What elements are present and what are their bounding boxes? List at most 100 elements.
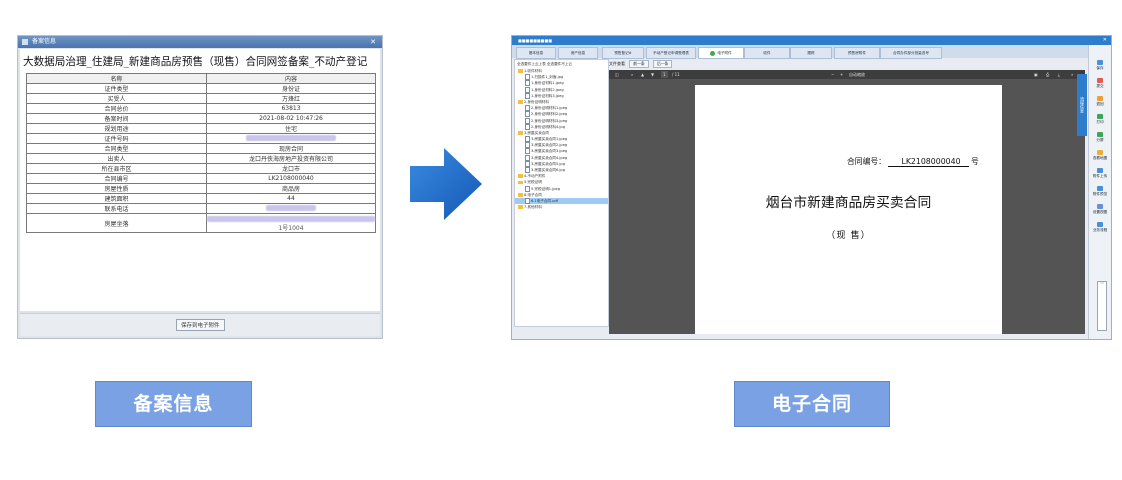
electronic-contract-caption: 电子合同 xyxy=(734,381,890,427)
tab-item[interactable]: 不动产登记申请受理表 xyxy=(646,47,696,59)
action-label: 分屏 xyxy=(1096,138,1104,142)
field-value: LK2108000040 xyxy=(206,173,376,184)
tree-label: 2.身份证明材料3.jpeg xyxy=(531,118,568,123)
tab-item[interactable]: 预售登记# xyxy=(602,47,644,59)
contract-number-label: 合同编号： xyxy=(847,157,886,166)
contract-number: LK2108000040 xyxy=(888,157,969,167)
search-icon[interactable]: ⌕ xyxy=(631,70,633,79)
tab-item[interactable]: 预售房附件 xyxy=(834,47,880,59)
action-label: 提交 xyxy=(1096,84,1104,88)
table-row: 备案时间 2021-08-02 10:47:26 xyxy=(26,113,376,124)
zoom-in-icon[interactable]: + xyxy=(840,70,843,79)
tree-folder[interactable]: 7.其他材料 xyxy=(515,204,608,210)
tab-item[interactable]: 跟踪 xyxy=(790,47,832,59)
folder-icon xyxy=(518,174,523,178)
contract-window-title: ■■■■■■■■■ xyxy=(518,38,553,43)
action-icon xyxy=(1097,186,1103,191)
tree-label: 3.房屋买卖合同4.jpeg xyxy=(531,155,568,160)
side-action-button[interactable]: 保存 xyxy=(1089,60,1111,77)
next-button[interactable]: 后一条 xyxy=(652,60,673,68)
field-name: 合同总价 xyxy=(26,103,207,114)
field-value: 龙口丹侠海房地产投资有限公司 xyxy=(206,153,376,164)
field-value: 龙口市 xyxy=(206,163,376,174)
table-header-cell: 名称 xyxy=(26,73,207,84)
filing-info-caption: 备案信息 xyxy=(95,381,252,427)
action-icon xyxy=(1097,114,1103,119)
tab-label: 预售登记# xyxy=(614,51,632,55)
close-icon[interactable]: ✕ xyxy=(1103,36,1107,45)
tree-label: 3.房屋买卖合同1.jpeg xyxy=(531,137,568,142)
filing-doc-title: 大数据局治理_住建局_新建商品房预售（现售）合同网签备案_不动产登记 xyxy=(23,56,368,68)
tab-item[interactable]: 合同办件部分批量选号 xyxy=(880,47,942,59)
tree-label: 1.身份证材料1.jpeg xyxy=(531,81,564,86)
tree-label: 6.电子合同 xyxy=(524,192,542,197)
tree-label: 5.完税证明 xyxy=(524,180,542,185)
side-action-button[interactable]: 提交 xyxy=(1089,78,1111,95)
field-name: 出卖人 xyxy=(26,153,207,164)
field-name: 房屋坐落 xyxy=(26,213,207,233)
filing-record-page: 大数据局治理_住建局_新建商品房预售（现售）合同网签备案_不动产登记 名称 内容证… xyxy=(20,49,380,311)
side-scroller[interactable]: ˅˅ xyxy=(1097,281,1107,331)
tree-label: 3.房屋买卖合同6.jpg xyxy=(531,168,565,172)
side-action-button[interactable]: 退回 xyxy=(1089,96,1111,113)
tree-label: 2.身份证明材料2.jpeg xyxy=(531,112,568,117)
pdf-toolbar: ◫ ⌕ ▲ ▼ 1 / 11 − + 自动缩放 ▣ ⎙ ⤓ » xyxy=(609,70,1085,79)
tab-item[interactable]: 收件 xyxy=(744,47,790,59)
prev-button[interactable]: 前一条 xyxy=(629,60,649,68)
side-action-button[interactable]: 附件预览 xyxy=(1089,186,1111,203)
filing-table: 名称 内容 证件类型 身份证 买受人 万烽红 合同总价 63813 备案时间 2021-08-02… xyxy=(26,73,376,233)
field-name: 证件号码 xyxy=(26,133,207,144)
side-action-button[interactable]: 分屏 xyxy=(1089,132,1111,149)
tree-toolbar[interactable]: 全选要件上云上表 全选要件不上云 xyxy=(515,60,608,68)
action-icon xyxy=(1097,132,1103,137)
field-name: 备案时间 xyxy=(26,113,207,124)
side-action-button[interactable]: 附件上传 xyxy=(1089,168,1111,185)
tab-item[interactable]: 基本信息 xyxy=(516,47,556,59)
page-down-icon[interactable]: ▼ xyxy=(651,70,654,79)
file-icon xyxy=(525,111,530,118)
side-action-button[interactable]: 业务流程 xyxy=(1089,222,1111,239)
tree-label: 3.房屋买卖合同5.jpg xyxy=(531,161,565,166)
tab-item[interactable]: 房产信息 xyxy=(558,47,598,59)
field-value xyxy=(206,133,376,144)
file-icon xyxy=(525,74,530,81)
process-info-tab[interactable]: 流程信息 xyxy=(1077,74,1087,136)
tree-label: 1.身份证材料2.jpeg xyxy=(531,87,564,92)
side-action-button[interactable]: 打印 xyxy=(1089,114,1111,131)
attachment-tree: 全选要件上云上表 全选要件不上云 1.收件材料 1.扫描件1_封面.jpg 1.身份… xyxy=(514,59,609,327)
field-value: 63813 xyxy=(206,103,376,114)
tree-label: 4.不动产附件 xyxy=(524,174,546,179)
tree-label: 7.其他材料 xyxy=(524,205,542,210)
tab-label: 收件 xyxy=(763,51,771,55)
action-label: 设置视图 xyxy=(1092,210,1108,214)
tab-item[interactable]: 电子附件 xyxy=(698,47,744,59)
field-name: 规划用途 xyxy=(26,123,207,134)
side-action-button[interactable]: 设置视图 xyxy=(1089,204,1111,221)
page-number-input[interactable]: 1 xyxy=(661,71,668,78)
redacted-text xyxy=(246,134,336,141)
save-to-attachment-button[interactable]: 保存到电子附件 xyxy=(176,319,225,331)
tools-icon[interactable]: » xyxy=(1071,70,1073,79)
tree-label: 1.扫描件1_封面.jpg xyxy=(531,75,564,80)
download-icon[interactable]: ⤓ xyxy=(1058,70,1060,79)
tab-label: 不动产登记申请受理表 xyxy=(653,51,689,55)
action-icon xyxy=(1097,150,1103,155)
file-icon xyxy=(525,160,530,167)
page-up-icon[interactable]: ▲ xyxy=(641,70,644,79)
close-icon[interactable]: ✕ xyxy=(370,36,376,48)
tree-label: 1.收件材料 xyxy=(524,69,542,73)
tab-label: 预售房附件 xyxy=(848,51,866,55)
zoom-out-icon[interactable]: − xyxy=(831,70,834,79)
sidebar-toggle-icon[interactable]: ◫ xyxy=(615,70,619,79)
table-row: 所在县市区 龙口市 xyxy=(26,163,376,174)
file-icon xyxy=(525,148,530,155)
side-action-button[interactable]: 查看地图 xyxy=(1089,150,1111,167)
action-icon xyxy=(1097,78,1103,83)
file-icon xyxy=(525,167,530,173)
table-row: 房屋性质 商品房 xyxy=(26,183,376,194)
presentation-icon[interactable]: ▣ xyxy=(1034,70,1038,79)
zoom-select[interactable]: 自动缩放 xyxy=(849,70,865,79)
table-row: 合同总价 63813 xyxy=(26,103,376,114)
tree-label: 3.房屋买卖合同3.jpeg xyxy=(531,149,568,154)
print-icon[interactable]: ⎙ xyxy=(1046,70,1049,79)
